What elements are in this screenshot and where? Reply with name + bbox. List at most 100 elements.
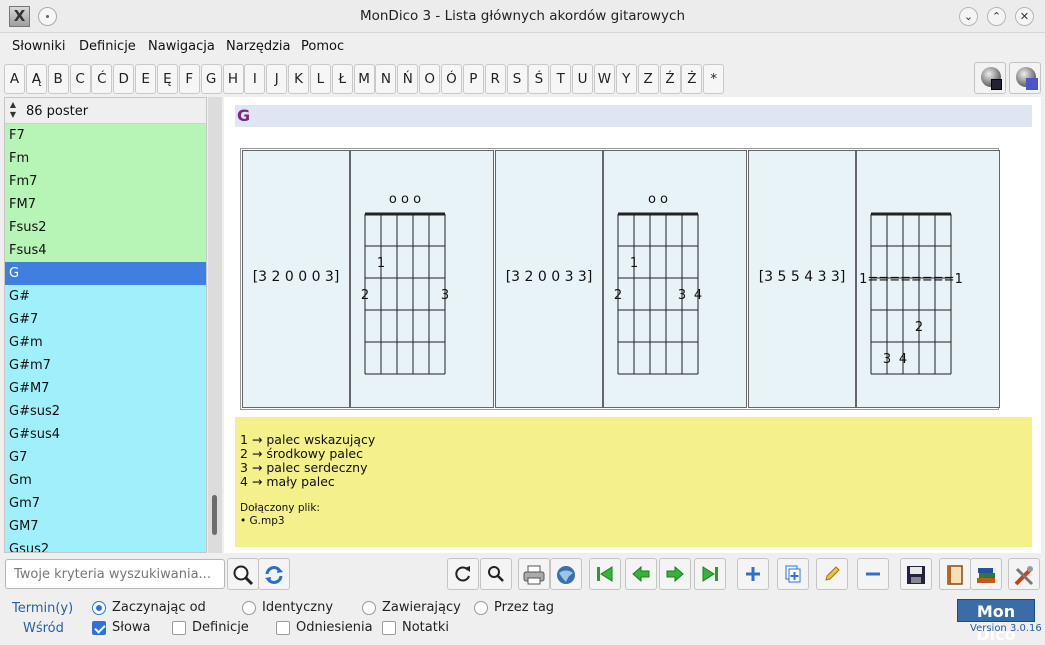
list-item[interactable]: Gm <box>5 469 206 492</box>
radio-starting-with[interactable] <box>92 601 106 615</box>
attached-label: Dołączony plik: <box>240 502 320 514</box>
letter-button-r[interactable]: R <box>484 64 506 94</box>
tools-icon[interactable] <box>1008 558 1040 590</box>
list-item[interactable]: G#sus4 <box>5 423 206 446</box>
letter-button-k[interactable]: K <box>288 64 310 94</box>
letter-button-f[interactable]: F <box>178 64 200 94</box>
close-button[interactable]: ✕ <box>1015 7 1034 26</box>
letter-button-all[interactable]: * <box>703 64 725 94</box>
next-entry-icon[interactable] <box>659 558 691 590</box>
list-item[interactable]: G#7 <box>5 308 206 331</box>
letter-button-m[interactable]: M <box>353 64 375 94</box>
list-item[interactable]: FM7 <box>5 193 206 216</box>
checkbox-words[interactable] <box>92 621 106 635</box>
letter-button-o-acute[interactable]: Ó <box>441 64 462 94</box>
menu-slowniki[interactable]: Słowniki <box>12 39 66 54</box>
letter-button-e-ogonek[interactable]: Ę <box>156 64 178 94</box>
list-item[interactable]: Fm <box>5 147 206 170</box>
list-item[interactable]: G#m7 <box>5 354 206 377</box>
menu-nawigacja[interactable]: Nawigacja <box>148 39 215 54</box>
letter-button-h[interactable]: H <box>222 64 244 94</box>
search-icon[interactable] <box>227 558 259 590</box>
checkbox-definitions[interactable] <box>172 621 186 635</box>
letter-button-z-dot[interactable]: Ż <box>681 64 703 94</box>
duplicate-entry-icon[interactable] <box>777 558 809 590</box>
list-item[interactable]: Fsus2 <box>5 216 206 239</box>
sync-icon[interactable] <box>258 558 290 590</box>
list-item[interactable]: Gsus2 <box>5 538 206 552</box>
finger-number: 1 <box>630 256 638 271</box>
save-icon[interactable] <box>900 558 932 590</box>
letter-button-n[interactable]: N <box>375 64 397 94</box>
letter-button-c[interactable]: C <box>69 64 91 94</box>
dictionaries-icon[interactable] <box>970 558 1002 590</box>
menu-bar: Słowniki Definicje Nawigacja Narzędzia P… <box>0 34 1045 60</box>
letter-button-l[interactable]: L <box>309 64 331 94</box>
list-item[interactable]: Gm7 <box>5 492 206 515</box>
list-scrollbar-thumb[interactable] <box>212 495 217 535</box>
list-scrollbar[interactable] <box>208 97 222 553</box>
letter-button-s[interactable]: S <box>506 64 528 94</box>
minimize-button[interactable]: ⌄ <box>959 7 978 26</box>
letter-button-c-acute[interactable]: Ć <box>91 64 113 94</box>
delete-entry-icon[interactable] <box>857 558 889 590</box>
letter-button-s-acute[interactable]: Ś <box>528 64 550 94</box>
letter-button-n-acute[interactable]: Ń <box>397 64 419 94</box>
legend-line: 1 → palec wskazujący <box>240 432 376 447</box>
chord-frets-label: [3 5 5 4 3 3] <box>758 269 846 285</box>
letter-button-y[interactable]: Y <box>615 64 637 94</box>
letter-button-l-stroke[interactable]: Ł <box>331 64 353 94</box>
letter-button-b[interactable]: B <box>47 64 69 94</box>
list-item[interactable]: GM7 <box>5 515 206 538</box>
search-input[interactable] <box>5 559 225 589</box>
legend-box: 1 → palec wskazujący 2 → środkowy palec … <box>235 417 1032 547</box>
letter-button-a[interactable]: A <box>4 64 25 94</box>
sort-spinner-icon[interactable]: ▲ ▼ <box>7 100 19 122</box>
letter-button-d[interactable]: D <box>113 64 135 94</box>
letter-button-z[interactable]: Z <box>637 64 659 94</box>
letter-button-j[interactable]: J <box>266 64 288 94</box>
web-icon[interactable] <box>550 558 582 590</box>
first-entry-icon[interactable] <box>589 558 621 590</box>
list-item[interactable]: G7 <box>5 446 206 469</box>
finger-number: 1 <box>377 256 385 271</box>
letter-button-i[interactable]: I <box>244 64 266 94</box>
checkbox-references[interactable] <box>276 621 290 635</box>
list-item[interactable]: F7 <box>5 124 206 147</box>
checkbox-notes[interactable] <box>382 621 396 635</box>
print-icon[interactable] <box>518 558 550 590</box>
play-save-icon[interactable] <box>974 62 1006 94</box>
letter-button-g[interactable]: G <box>200 64 222 94</box>
letter-button-p[interactable]: P <box>462 64 484 94</box>
add-entry-icon[interactable] <box>737 558 769 590</box>
letter-button-a-ogonek[interactable]: Ą <box>25 64 47 94</box>
maximize-button[interactable]: ⌃ <box>987 7 1006 26</box>
last-entry-icon[interactable] <box>694 558 726 590</box>
letter-button-e[interactable]: E <box>135 64 157 94</box>
letter-button-u[interactable]: U <box>572 64 594 94</box>
magnifier-icon[interactable] <box>480 558 512 590</box>
radio-by-tag[interactable] <box>474 601 488 615</box>
letter-button-o[interactable]: O <box>419 64 441 94</box>
list-item[interactable]: G#M7 <box>5 377 206 400</box>
previous-entry-icon[interactable] <box>625 558 657 590</box>
radio-identical[interactable] <box>242 601 256 615</box>
list-item[interactable]: G# <box>5 285 206 308</box>
edit-entry-icon[interactable] <box>816 558 848 590</box>
letter-button-z-acute[interactable]: Ź <box>659 64 681 94</box>
list-item[interactable]: G <box>5 262 206 285</box>
letter-button-t[interactable]: T <box>550 64 572 94</box>
dictionary-icon[interactable] <box>939 558 971 590</box>
letter-button-w[interactable]: W <box>593 64 615 94</box>
list-item[interactable]: Fm7 <box>5 170 206 193</box>
radio-containing[interactable] <box>362 601 376 615</box>
list-item[interactable]: G#sus2 <box>5 400 206 423</box>
menu-pomoc[interactable]: Pomoc <box>301 39 344 54</box>
menu-definicje[interactable]: Definicje <box>79 39 136 54</box>
attached-file-link[interactable]: • G.mp3 <box>240 515 1027 528</box>
list-item[interactable]: G#m <box>5 331 206 354</box>
menu-narzedzia[interactable]: Narzędzia <box>226 39 291 54</box>
list-item[interactable]: Fsus4 <box>5 239 206 262</box>
refresh-icon[interactable] <box>447 558 479 590</box>
play-sound-icon[interactable] <box>1009 62 1041 94</box>
